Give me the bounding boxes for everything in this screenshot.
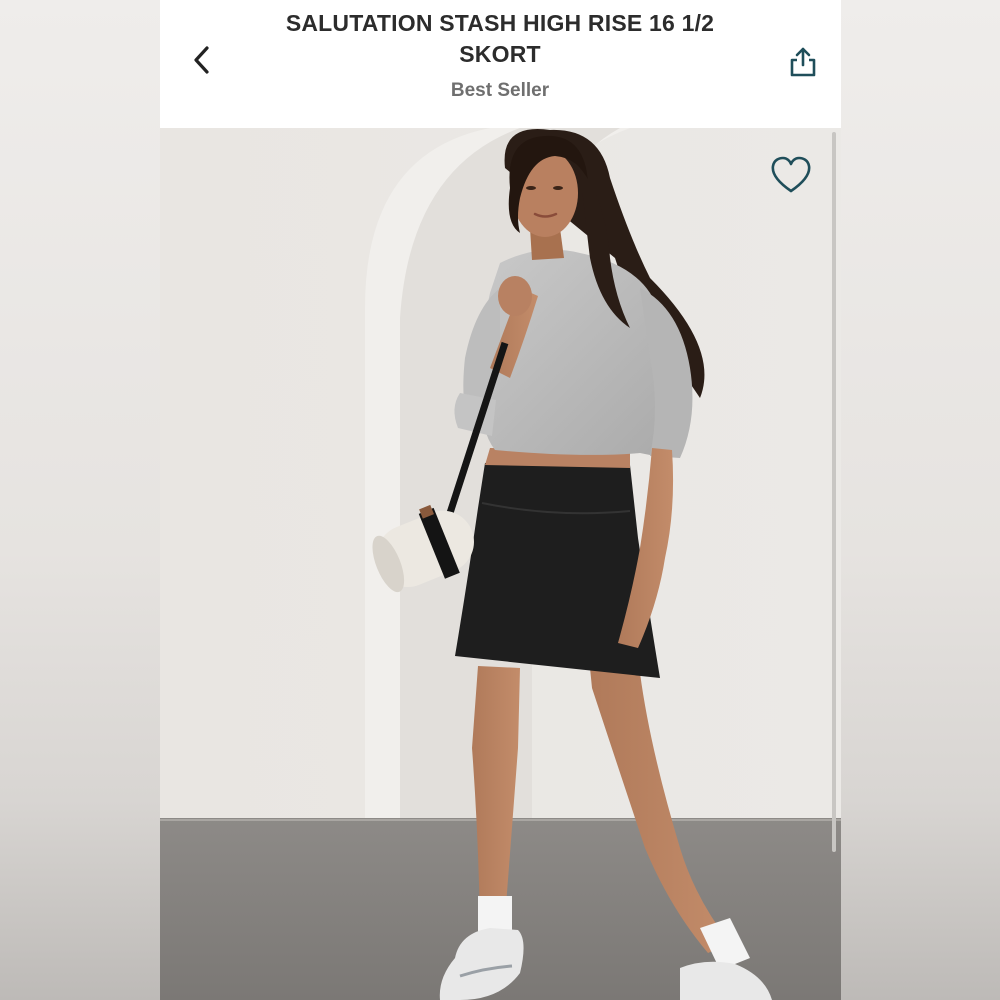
product-image[interactable] bbox=[160, 128, 841, 1000]
best-seller-badge: Best Seller bbox=[450, 80, 550, 101]
share-icon bbox=[790, 47, 816, 77]
background-blur-left bbox=[0, 0, 160, 1000]
product-header: SALUTATION STASH HIGH RISE 16 1/2 SKORT … bbox=[160, 0, 841, 128]
product-title-line2: SKORT bbox=[459, 41, 541, 67]
product-screen: SALUTATION STASH HIGH RISE 16 1/2 SKORT … bbox=[160, 0, 841, 1000]
share-button[interactable] bbox=[784, 42, 822, 82]
heart-outline-icon bbox=[771, 156, 811, 193]
favorite-button[interactable] bbox=[766, 150, 816, 200]
product-title: SALUTATION STASH HIGH RISE 16 1/2 SKORT bbox=[250, 8, 750, 70]
background-blur-right bbox=[840, 0, 1000, 1000]
chevron-left-icon bbox=[194, 46, 209, 74]
image-scrollbar[interactable] bbox=[832, 132, 836, 852]
product-title-line1: SALUTATION STASH HIGH RISE 16 1/2 bbox=[285, 10, 715, 36]
back-button[interactable] bbox=[182, 40, 222, 80]
